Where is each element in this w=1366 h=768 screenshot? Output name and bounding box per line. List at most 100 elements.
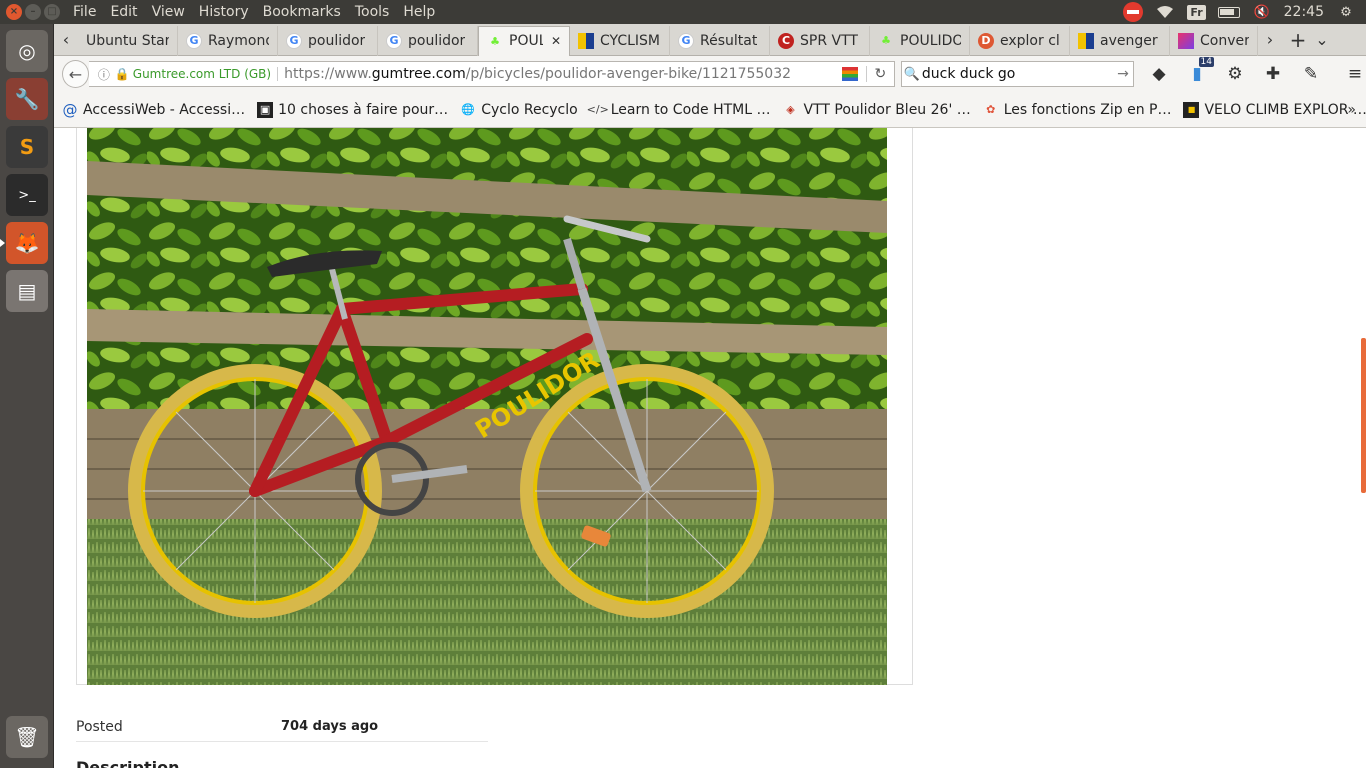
tab-cyclism[interactable]: CYCLISM	[570, 25, 670, 56]
posted-value: 704 days ago	[281, 719, 379, 734]
dash-home-icon[interactable]: ◎	[6, 30, 48, 72]
tab-list-chevron-down-icon[interactable]: ⌄	[1310, 25, 1334, 55]
tab-ubuntu-start[interactable]: Ubuntu Star	[78, 25, 178, 56]
menu-edit[interactable]: Edit	[103, 4, 144, 20]
app-menu: File Edit View History Bookmarks Tools H…	[66, 4, 442, 20]
menu-file[interactable]: File	[66, 4, 103, 20]
bookmark-cyclo-recyclo[interactable]: 🌐 Cyclo Recyclo	[460, 102, 590, 118]
hamburger-menu-icon[interactable]: ≡	[1344, 63, 1366, 85]
terminal-icon[interactable]: >_	[6, 174, 48, 216]
menu-tools[interactable]: Tools	[348, 4, 397, 20]
description-heading: Description	[76, 758, 180, 768]
notifications-icon[interactable]: ▮ 14	[1186, 57, 1214, 85]
power-gear-icon[interactable]: ⚙	[1336, 4, 1356, 20]
gumtree-icon: ♣	[490, 34, 500, 48]
gear-icon[interactable]: ⚙	[1224, 63, 1246, 85]
volume-muted-icon[interactable]: 🔇	[1252, 4, 1272, 20]
reload-icon[interactable]: ↻	[865, 66, 894, 82]
do-not-disturb-icon[interactable]	[1123, 2, 1144, 22]
at-icon: @	[62, 100, 78, 119]
tabs-scroll-right-icon[interactable]: ›	[1258, 25, 1282, 55]
system-settings-icon[interactable]: 🔧	[6, 78, 48, 120]
tab-resultat[interactable]: G Résultat	[670, 25, 770, 56]
google-icon: G	[678, 32, 694, 49]
unity-launcher: ◎ 🔧 S >_ 🦊 ▤ 🗑	[0, 24, 54, 768]
firefox-icon[interactable]: 🦊	[0, 222, 48, 264]
cube-icon: ◈	[786, 103, 795, 116]
site-icon: ✿	[986, 103, 996, 116]
tab-label: Raymond	[208, 32, 269, 49]
back-arrow-icon[interactable]: ←	[62, 60, 89, 88]
puzzle-icon[interactable]: ✚	[1262, 63, 1284, 85]
bookmark-learn-html[interactable]: </> Learn to Code HTML …	[586, 101, 783, 118]
search-input[interactable]: duck duck go	[922, 66, 1113, 82]
bookmark-velo-climb[interactable]: ■ VELO CLIMB EXPLOR …	[1183, 101, 1366, 118]
search-icon: 🔍	[903, 66, 920, 82]
bookmark-label: Learn to Code HTML …	[610, 101, 771, 118]
minimize-window-button[interactable]: –	[25, 4, 41, 20]
tabs-scroll-left-icon[interactable]: ‹	[54, 25, 78, 55]
duckduckgo-icon: D	[978, 32, 994, 49]
tab-spr-vtt[interactable]: C SPR VTT	[770, 25, 870, 56]
tab-label: avenger	[1100, 32, 1158, 49]
menu-history[interactable]: History	[192, 4, 256, 20]
info-icon[interactable]: ⓘ	[93, 66, 115, 83]
page-scrollbar[interactable]	[1360, 128, 1366, 768]
google-icon: G	[186, 32, 202, 49]
system-tray: Fr 🔇 22:45 ⚙	[1123, 0, 1366, 24]
battery-icon[interactable]	[1217, 6, 1240, 18]
new-tab-icon[interactable]: +	[1286, 25, 1310, 55]
site-icon	[1178, 32, 1194, 49]
code-icon: </>	[586, 103, 609, 116]
tab-convert[interactable]: Convert	[1170, 25, 1258, 56]
address-bar[interactable]: ⓘ 🔒 Gumtree.com LTD (GB) https://www.gum…	[88, 61, 895, 87]
toolbar-buttons: ◆ ▮ 14 ⚙ ✚ ✎ ≡	[1148, 57, 1366, 85]
close-tab-icon[interactable]: ✕	[551, 34, 561, 48]
site-identity[interactable]: Gumtree.com LTD (GB)	[133, 67, 279, 81]
bookmark-label: 10 choses à faire pour…	[278, 101, 449, 118]
rss-feed-icon[interactable]	[841, 67, 858, 81]
maximize-window-button[interactable]: □	[44, 4, 60, 20]
menu-help[interactable]: Help	[396, 4, 442, 20]
menu-view[interactable]: View	[145, 4, 192, 20]
window-controls: × – □	[0, 4, 66, 20]
bookmarks-overflow-chevron-icon[interactable]: »	[1347, 102, 1356, 118]
tab-explor[interactable]: D explor cl	[970, 25, 1070, 56]
bookmark-accessiweb[interactable]: @ AccessiWeb - Accessi…	[62, 100, 257, 119]
bookmark-fonctions-zip[interactable]: ✿ Les fonctions Zip en P…	[983, 102, 1184, 118]
tab-label: Convert	[1200, 32, 1249, 49]
site-icon	[578, 32, 594, 49]
tab-label: POULIDO	[900, 32, 961, 49]
clock[interactable]: 22:45	[1284, 4, 1324, 20]
sublime-text-icon[interactable]: S	[6, 126, 48, 168]
search-bar[interactable]: 🔍 duck duck go →	[900, 61, 1134, 87]
tab-label: CYCLISM	[600, 32, 660, 49]
menu-bookmarks[interactable]: Bookmarks	[256, 4, 348, 20]
scrollbar-thumb[interactable]	[1361, 338, 1366, 493]
files-icon[interactable]: ▤	[6, 270, 48, 312]
tab-raymond[interactable]: G Raymond	[178, 25, 278, 56]
bookmark-10-choses[interactable]: ▣ 10 choses à faire pour…	[257, 101, 460, 118]
pocket-icon[interactable]: ◆	[1148, 63, 1170, 85]
globe-icon: 🌐	[461, 103, 476, 116]
url-text[interactable]: https://www.gumtree.com/p/bicycles/pouli…	[278, 66, 834, 82]
wifi-icon[interactable]	[1155, 4, 1175, 20]
tab-poulidor-2[interactable]: G poulidor	[378, 25, 478, 56]
tab-label: Résultat	[700, 32, 758, 49]
site-icon: C	[778, 32, 794, 49]
tab-label: explor cl	[1000, 32, 1060, 49]
tab-label: poulidor	[308, 32, 366, 49]
close-window-button[interactable]: ×	[6, 4, 22, 20]
tab-avenger[interactable]: avenger	[1070, 25, 1170, 56]
bookmarks-toolbar: @ AccessiWeb - Accessi… ▣ 10 choses à fa…	[54, 92, 1366, 128]
search-go-arrow-icon[interactable]: →	[1113, 66, 1133, 82]
listing-photo[interactable]: POULIDOR	[87, 128, 887, 685]
bookmark-vtt-poulidor[interactable]: ◈ VTT Poulidor Bleu 26' …	[783, 102, 983, 118]
eyedropper-icon[interactable]: ✎	[1300, 63, 1322, 85]
keyboard-layout-indicator[interactable]: Fr	[1187, 4, 1206, 20]
trash-icon[interactable]: 🗑	[6, 716, 48, 758]
tab-poulido[interactable]: ♣ POULIDO	[870, 25, 970, 56]
tab-poulidor-1[interactable]: G poulidor	[278, 25, 378, 56]
tab-pouli-active[interactable]: ♣ POULI ✕	[478, 25, 570, 56]
bookmark-label: AccessiWeb - Accessi…	[83, 101, 246, 118]
